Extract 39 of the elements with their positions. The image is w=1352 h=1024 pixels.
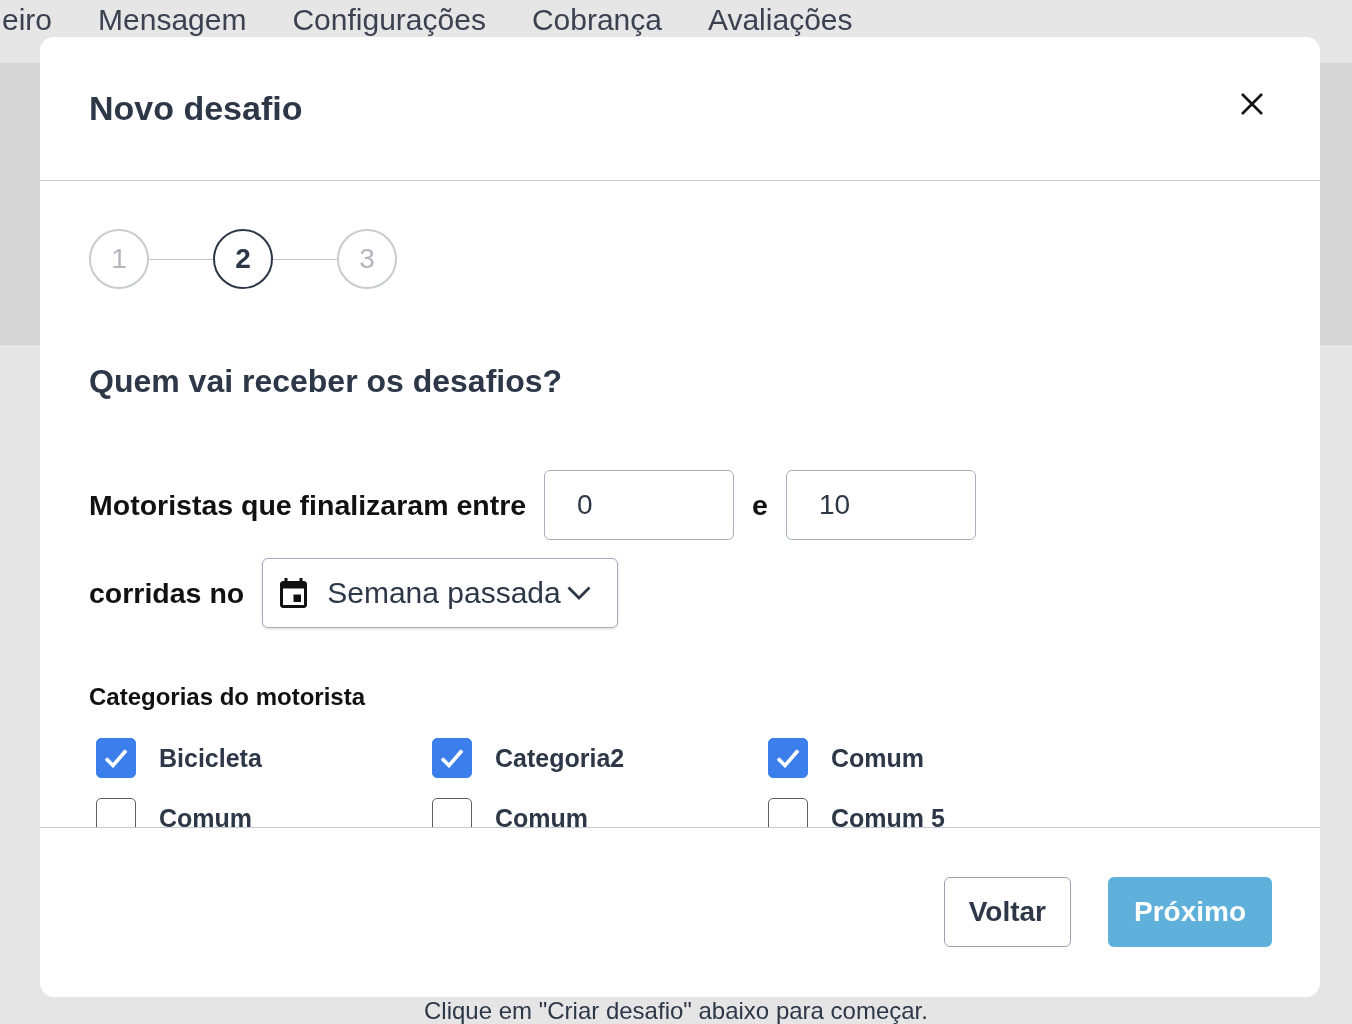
- section-label: Categorias do motorista: [89, 682, 366, 712]
- step-indicator: 2: [213, 229, 273, 289]
- nav-link[interactable]: Configurações: [292, 0, 486, 40]
- checkmark-icon: [776, 748, 800, 768]
- checkbox-label[interactable]: Comum: [495, 803, 589, 827]
- checkbox[interactable]: [96, 738, 136, 778]
- checkbox-label[interactable]: Categoria2: [495, 743, 625, 773]
- chevron-down-icon: [566, 586, 591, 600]
- checkbox[interactable]: [96, 798, 136, 827]
- checkbox[interactable]: [432, 738, 472, 778]
- checkbox[interactable]: [768, 738, 808, 778]
- dialog-title: Novo desafio: [89, 89, 303, 128]
- number-field[interactable]: 0: [544, 470, 735, 540]
- back-button[interactable]: Voltar: [943, 877, 1071, 947]
- number-field[interactable]: 10: [785, 470, 976, 540]
- nav-link[interactable]: eiro: [2, 0, 53, 40]
- period-dropdown[interactable]: Semana passada: [262, 558, 618, 628]
- calendar-icon: [280, 578, 308, 608]
- section-heading: Quem vai receber os desafios?: [89, 362, 563, 401]
- step-connector: [149, 258, 213, 260]
- checkmark-icon: [440, 748, 464, 768]
- step-indicator: 1: [89, 229, 149, 289]
- checkmark-icon: [104, 748, 128, 768]
- close-icon[interactable]: [1240, 91, 1264, 116]
- checkbox-label[interactable]: Comum: [159, 803, 253, 827]
- step-indicator: 3: [337, 229, 397, 289]
- checkbox[interactable]: [432, 798, 472, 827]
- field-label: Motoristas que finalizaram entre: [89, 488, 527, 522]
- checkbox[interactable]: [768, 798, 808, 827]
- nav-link[interactable]: Avaliações: [707, 0, 853, 40]
- checkbox-label[interactable]: Bicicleta: [159, 743, 262, 773]
- nav-link[interactable]: Mensagem: [98, 0, 247, 40]
- checkbox-label[interactable]: Comum 5: [831, 803, 945, 827]
- field-label: corridas no: [89, 576, 245, 610]
- field-label: e: [752, 488, 768, 522]
- nav-link[interactable]: Cobrança: [531, 0, 662, 40]
- checkbox-label[interactable]: Comum: [831, 743, 925, 773]
- instruction-text: Clique em "Criar desafio" abaixo para começar.: [424, 997, 928, 1024]
- step-connector: [273, 258, 337, 260]
